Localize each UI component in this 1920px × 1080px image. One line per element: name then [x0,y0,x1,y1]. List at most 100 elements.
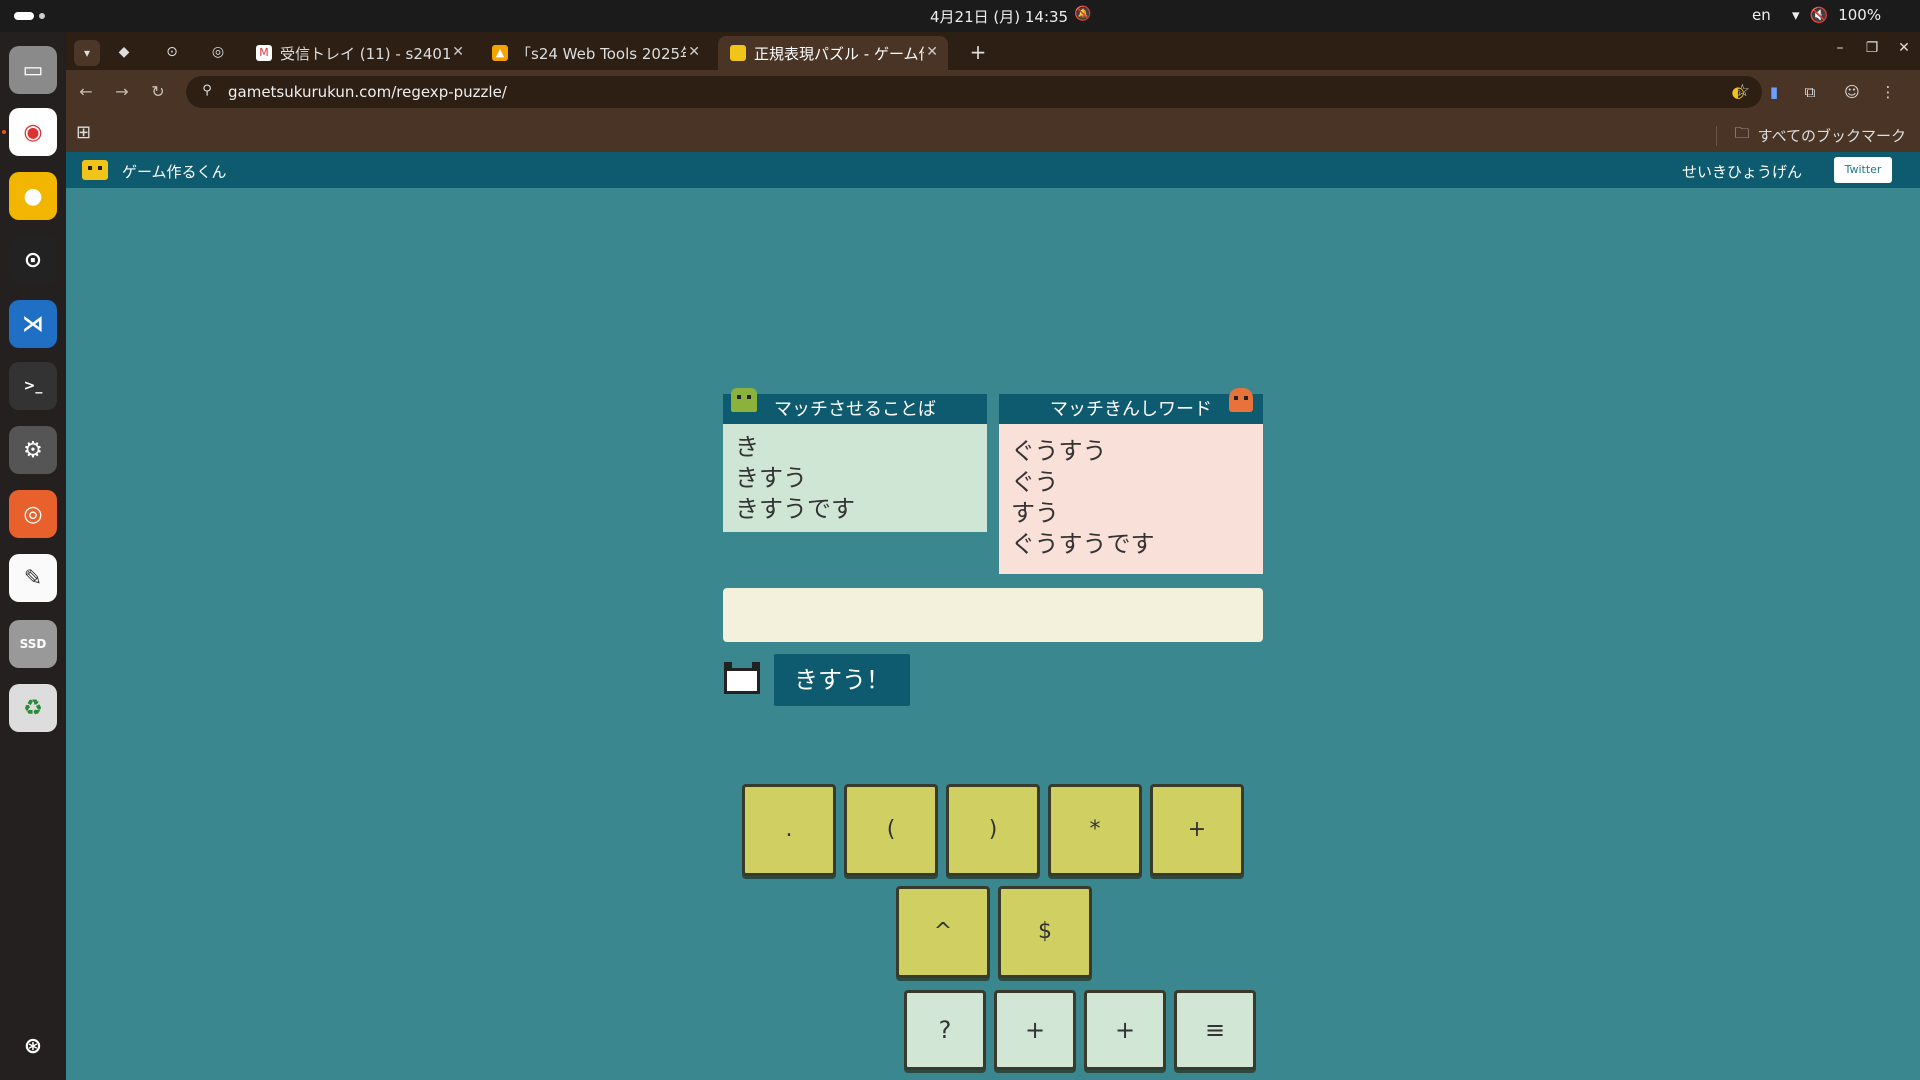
match-word: き [735,433,759,461]
speech-bubble: きすう！ [774,654,910,706]
show-apps-icon[interactable]: ⊛ [9,1022,57,1070]
forbidden-word: ぐう [1011,468,1059,496]
ssd-drive-icon[interactable]: SSD [9,620,57,668]
tab-gmail[interactable]: M 受信トレイ (11) - s24016 ✕ [244,36,474,70]
tab-search-button[interactable]: ▾ [74,40,100,66]
forbidden-word: ぐうすう [1011,437,1107,465]
firefox-icon[interactable]: ◎ [9,490,57,538]
forward-icon[interactable]: → [110,80,134,104]
key-open-paren[interactable]: ( [844,784,938,876]
key-menu[interactable]: ≡ [1174,990,1256,1070]
pinned-tab-extension-icon[interactable]: ◆ [114,42,134,62]
browser-menu-icon[interactable]: ⋮ [1876,80,1900,104]
pinned-tab-app-icon[interactable]: ◎ [208,42,228,62]
match-panel-title: マッチさせることば [774,399,936,420]
settings-icon[interactable]: ⚙ [9,426,57,474]
tab-slides[interactable]: ▲ 「s24 Web Tools 2025年 ✕ [480,36,710,70]
regex-answer-input[interactable] [723,588,1263,642]
tab-title: 「s24 Web Tools 2025年 [516,44,686,63]
separator [1715,125,1717,146]
match-word: きすうです [735,495,855,523]
apps-grid-icon[interactable]: ⊞ [76,122,91,143]
key-question[interactable]: ? [904,990,986,1070]
activities-button[interactable] [14,12,45,20]
chrome-icon[interactable]: ◉ [9,108,57,156]
cat-mascot-icon [724,662,760,694]
orange-monster-icon [1229,388,1253,412]
back-icon[interactable]: ← [74,80,98,104]
key-caret[interactable]: ^ [896,886,990,978]
all-bookmarks-label: すべてのブックマーク [1757,127,1906,145]
notifications-muted-icon: 🔕 [1074,6,1092,22]
page-subtitle: せいきひょうげん [1681,163,1802,181]
match-words-panel: マッチさせることば き きすう きすうです [723,388,987,532]
key-plus[interactable]: + [1150,784,1244,876]
input-language[interactable]: en [1752,6,1771,24]
tab-title: 受信トレイ (11) - s24016 [280,44,450,63]
match-word: きすう [735,464,807,492]
workspace-indicator [14,12,34,20]
browser-window: ▾ ◆ ⊙ ◎ M 受信トレイ (11) - s24016 ✕ ▲ 「s24 W… [66,32,1920,152]
gmail-icon: M [256,45,272,61]
text-editor-icon[interactable]: ✎ [9,554,57,602]
url-text[interactable]: gametsukurukun.com/regexp-puzzle/ [228,83,507,101]
twitter-button[interactable]: Twitter [1834,157,1892,183]
close-icon[interactable]: ✕ [688,44,700,60]
site-name[interactable]: ゲーム作るくん [122,161,227,182]
key-dollar[interactable]: $ [998,886,1092,978]
all-bookmarks-button[interactable]: 🗀 すべてのブックマーク [1715,123,1906,148]
match-words-list: き きすう きすうです [723,424,987,532]
reload-icon[interactable]: ↻ [146,80,170,104]
close-icon[interactable]: ✕ [452,44,464,60]
files-icon[interactable]: ▭ [9,46,57,94]
volume-muted-icon: 🔇 [1809,6,1829,24]
battery-indicator: 100% [1838,6,1882,24]
system-tray[interactable]: ▾ 🔇 100% [1792,6,1881,24]
bookmarks-bar: ⊞ 🗀 すべてのブックマーク [66,114,1920,152]
close-icon[interactable]: ✕ [926,44,938,60]
key-star[interactable]: * [1048,784,1142,876]
github-icon[interactable]: ⊙ [9,236,57,284]
key-dot[interactable]: . [742,784,836,876]
site-info-icon[interactable]: ⚲ [198,83,216,101]
keep-icon[interactable]: ● [9,172,57,220]
match-panel-header: マッチさせることば [723,388,987,424]
key-close-paren[interactable]: ) [946,784,1040,876]
key-cursor-left[interactable]: + [994,990,1076,1070]
game-site-icon [730,45,746,61]
cat-body [724,668,760,694]
window-close-icon[interactable]: ✕ [1892,40,1916,56]
site-header: ゲーム作るくん せいきひょうげん Twitter [66,152,1920,188]
terminal-icon[interactable]: >_ [9,362,57,410]
site-logo[interactable] [82,160,108,180]
pinned-tab-github-icon[interactable]: ⊙ [162,42,182,62]
page-content: ゲーム作るくん せいきひょうげん Twitter マッチさせることば き きすう… [66,152,1920,1080]
new-tab-button[interactable]: + [964,38,992,66]
extensions-puzzle-icon[interactable]: ⧉ [1798,80,1822,104]
extension-notes-icon[interactable]: ▮ [1762,80,1786,104]
green-monster-icon [731,388,757,412]
restore-icon[interactable]: ❐ [1860,40,1884,56]
forbidden-words-list: ぐうすう ぐう すう ぐうすうです [999,424,1263,574]
extension-badge-icon[interactable]: ◐ [1726,80,1750,104]
slides-icon: ▲ [492,45,508,61]
minimize-icon[interactable]: – [1828,40,1852,56]
wifi-icon: ▾ [1792,6,1800,24]
forbidden-words-panel: マッチきんしワード ぐうすう ぐう すう ぐうすうです [999,388,1263,574]
tab-regexp-puzzle[interactable]: 正規表現パズル - ゲーム作 ✕ [718,36,948,70]
profile-avatar[interactable]: ☺ [1840,80,1864,104]
address-bar[interactable]: ⚲ gametsukurukun.com/regexp-puzzle/ ☆ [186,76,1762,108]
forbidden-panel-header: マッチきんしワード [999,388,1263,424]
forbidden-word: ぐうすうです [1011,530,1155,558]
browser-toolbar: ← → ↻ ⚲ gametsukurukun.com/regexp-puzzle… [66,70,1920,114]
clock[interactable]: 4月21日 (月) 14:35 [930,6,1068,27]
tab-strip: ▾ ◆ ⊙ ◎ M 受信トレイ (11) - s24016 ✕ ▲ 「s24 W… [66,32,1920,70]
vscode-icon[interactable]: ⋊ [9,300,57,348]
forbidden-word: すう [1011,499,1059,527]
tab-title: 正規表現パズル - ゲーム作 [754,44,924,63]
key-cursor-right[interactable]: + [1084,990,1166,1070]
running-indicator [2,130,6,134]
workspace-dot [39,13,45,19]
trash-icon[interactable]: ♻ [9,684,57,732]
dock: ▭ ◉ ● ⊙ ⋊ >_ ⚙ ◎ ✎ SSD ♻ ⊛ [0,32,66,1080]
